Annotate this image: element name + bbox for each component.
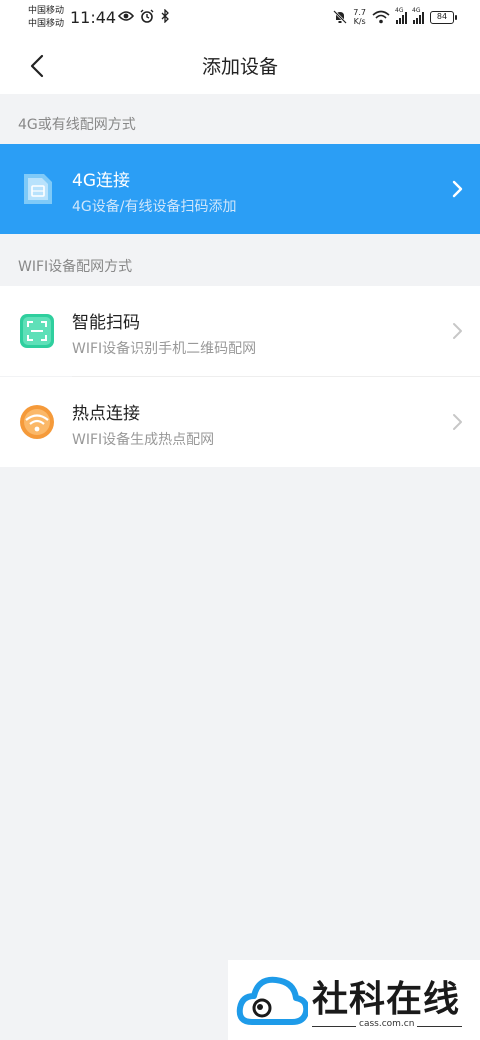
watermark-domain: cass.com.cn [356,1019,418,1029]
option-subtitle: 4G设备/有线设备扫码添加 [72,199,237,215]
chevron-right-icon [452,180,463,198]
sim-card-icon [24,174,52,204]
cloud-logo-icon [236,976,308,1025]
status-left-icons [118,9,170,23]
status-bar: 中国移动 中国移动 11:44 7.7 K/s 4G 4G 84 [0,0,480,36]
option-title: 热点连接 [72,404,140,424]
signal-icon-1: 4G [395,7,407,24]
option-title: 智能扫码 [72,313,140,333]
net-speed: 7.7 K/s [353,8,366,26]
battery-indicator: 84 [430,10,457,24]
page-title: 添加设备 [201,56,278,78]
carrier-1: 中国移动 [28,6,65,16]
option-title: 4G连接 [72,171,130,191]
app-header: 添加设备 [0,36,480,94]
signal-2-tag: 4G [412,7,421,14]
option-subtitle: WIFI设备生成热点配网 [72,432,215,448]
carrier-labels: 中国移动 中国移动 [28,5,64,31]
status-time: 11:44 [70,8,117,27]
chevron-right-icon [453,323,462,339]
bluetooth-icon [161,9,169,23]
chevron-right-icon [453,414,462,430]
net-speed-value: 7.7 [353,8,366,17]
scan-icon [20,314,54,348]
eye-icon [118,11,134,21]
signal-icon-2: 4G [412,7,424,24]
option-4g-connect[interactable]: 4G连接 4G设备/有线设备扫码添加 [0,144,480,234]
wifi-hotspot-icon [20,405,54,439]
watermark: 社科在线 cass.com.cn [228,960,480,1040]
carrier-2: 中国移动 [28,19,65,29]
wifi-icon [372,10,390,24]
section-label-4g: 4G或有线配网方式 [18,117,136,133]
option-hotspot-connect[interactable]: 热点连接 WIFI设备生成热点配网 [0,377,480,467]
section-label-wifi: WIFI设备配网方式 [18,259,133,275]
mute-bell-icon [333,10,348,24]
alarm-icon [140,9,154,23]
signal-1-tag: 4G [395,7,404,14]
option-subtitle: WIFI设备识别手机二维码配网 [72,341,257,357]
watermark-name: 社科在线 [312,979,461,1020]
option-smart-scan[interactable]: 智能扫码 WIFI设备识别手机二维码配网 [0,286,480,376]
status-right-icons: 7.7 K/s 4G 4G 84 [333,7,457,26]
net-speed-unit: K/s [353,17,366,26]
